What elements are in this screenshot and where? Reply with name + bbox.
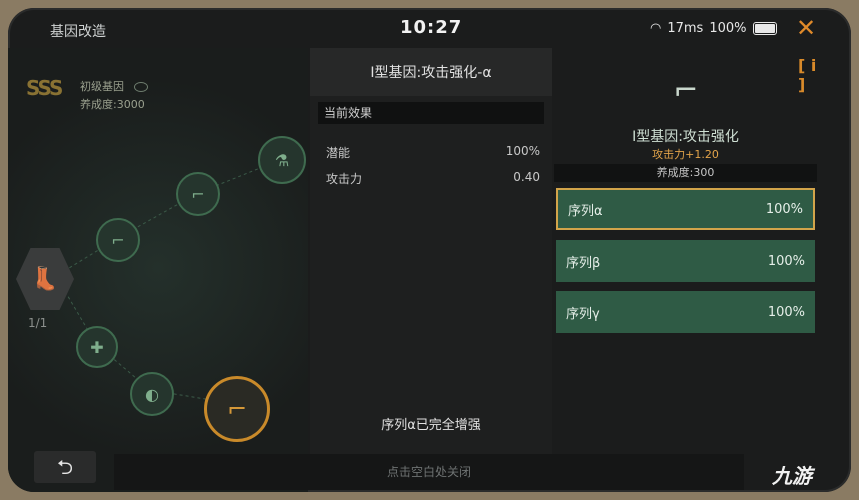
sequence-value: 100% xyxy=(767,253,805,269)
clock: 10:27 xyxy=(400,17,463,38)
close-hint[interactable]: 点击空白处关闭 xyxy=(114,454,744,490)
gene-tree-panel: SSS 初级基因 养成度:3000 ⚗ ⌐ ⌐ ✚ ◐ ⌐ 👢 1/1 ⮌ xyxy=(8,48,308,492)
back-button[interactable]: ⮌ xyxy=(34,451,96,483)
info-button[interactable]: [ i ] xyxy=(798,56,817,94)
sequence-alpha[interactable]: 序列α 100% xyxy=(556,188,815,230)
sequence-gamma[interactable]: 序列γ 100% xyxy=(556,291,815,333)
effect-label: 潜能 xyxy=(326,146,351,160)
gun-icon[interactable]: ⌐ xyxy=(96,218,140,262)
battery-icon xyxy=(752,22,777,35)
sequence-label: 序列β xyxy=(566,255,601,271)
wifi-icon: ◠ xyxy=(650,21,662,36)
game-panel: 基因改造 10:27 ◠ 17ms 100% ✕ SSS 初级基因 养成度:30… xyxy=(8,8,851,492)
effect-row-potential: 潜能 100% xyxy=(326,144,540,161)
flask-icon[interactable]: ⚗ xyxy=(258,136,306,184)
effect-value: 0.40 xyxy=(513,170,540,184)
gene-attribute: 攻击力+1.20 xyxy=(652,148,719,161)
gun-lock-icon[interactable]: ⌐ xyxy=(204,376,270,442)
detail-title: I型基因:攻击强化-α xyxy=(370,65,492,81)
top-bar: 基因改造 10:27 ◠ 17ms 100% ✕ xyxy=(8,8,851,48)
back-arrow-icon: ⮌ xyxy=(56,455,74,479)
gene-level-bar: 养成度:300 xyxy=(554,164,817,182)
page-title: 基因改造 xyxy=(50,24,106,40)
sequence-value: 100% xyxy=(767,304,805,320)
effect-label: 攻击力 xyxy=(326,172,363,186)
network-latency: 17ms xyxy=(667,21,704,36)
sequence-label: 序列γ xyxy=(566,306,600,322)
medkit-icon[interactable]: ✚ xyxy=(76,326,118,368)
close-button[interactable]: ✕ xyxy=(792,14,820,42)
effect-row-attack: 攻击力 0.40 xyxy=(326,170,540,187)
gene-title: I型基因:攻击强化 xyxy=(632,129,739,145)
effect-value: 100% xyxy=(505,144,540,158)
effect-header: 当前效果 xyxy=(318,102,544,124)
sequence-label: 序列α xyxy=(568,203,603,219)
slot-count: 1/1 xyxy=(28,316,48,330)
gene-summary-panel: [ i ] ⌐ I型基因:攻击强化 攻击力+1.20 养成度:300 序列α 1… xyxy=(554,48,817,460)
status-bar: ◠ 17ms 100% xyxy=(650,21,777,36)
watermark: 九游 xyxy=(772,464,812,488)
detail-footer: 序列α已完全增强 xyxy=(381,418,481,433)
battery-percent: 100% xyxy=(709,21,747,36)
detail-header: I型基因:攻击强化-α xyxy=(310,48,552,96)
pills-icon[interactable]: ◐ xyxy=(130,372,174,416)
sequence-beta[interactable]: 序列β 100% xyxy=(556,240,815,282)
gene-detail-panel: I型基因:攻击强化-α 当前效果 潜能 100% 攻击力 0.40 序列α已完全… xyxy=(310,48,552,460)
gun-icon[interactable]: ⌐ xyxy=(176,172,220,216)
sequence-value: 100% xyxy=(765,201,803,217)
gun-lock-icon: ⌐ xyxy=(673,72,699,108)
